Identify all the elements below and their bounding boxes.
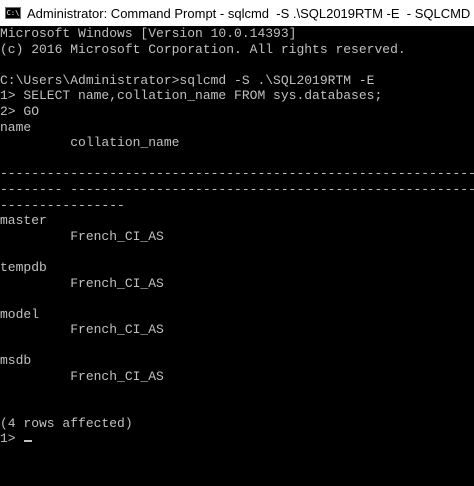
console-line: French_CI_AS: [0, 322, 164, 338]
console-line: msdb: [0, 353, 32, 369]
command-prompt-icon-glyph: C:\: [6, 8, 20, 17]
text-cursor: [24, 440, 33, 443]
window-title: Administrator: Command Prompt - sqlcmd -…: [27, 5, 471, 21]
console-lines: Microsoft Windows [Version 10.0.14393] (c…: [0, 26, 474, 431]
title-bar[interactable]: C:\ Administrator: Command Prompt - sqlc…: [0, 0, 474, 26]
console-line: (4 rows affected): [0, 415, 133, 431]
console-line: (c) 2016 Microsoft Corporation. All righ…: [0, 41, 406, 57]
console-line: name: [0, 119, 32, 135]
console-line: ----------------: [0, 197, 125, 213]
console-line: French_CI_AS: [0, 369, 164, 385]
command-prompt-icon: C:\: [5, 7, 21, 19]
console-line: master: [0, 213, 47, 229]
console-line: collation_name: [0, 135, 180, 151]
console-line: model: [0, 306, 40, 322]
console-line: French_CI_AS: [0, 275, 164, 291]
console-line: ----------------------------------------…: [0, 166, 474, 182]
console-line: -------- -------------------------------…: [0, 181, 474, 197]
prompt-line[interactable]: 1>: [0, 431, 474, 447]
console-line: 2> GO: [0, 103, 40, 119]
console-output[interactable]: Microsoft Windows [Version 10.0.14393] (c…: [0, 26, 474, 486]
console-line: C:\Users\Administrator>sqlcmd -S .\SQL20…: [0, 72, 375, 88]
console-line: 1> SELECT name,collation_name FROM sys.d…: [0, 88, 383, 104]
console-line: French_CI_AS: [0, 228, 164, 244]
console-line: Microsoft Windows [Version 10.0.14393]: [0, 26, 297, 41]
console-line: tempdb: [0, 259, 47, 275]
prompt-text: 1>: [0, 431, 24, 447]
command-prompt-window: C:\ Administrator: Command Prompt - sqlc…: [0, 0, 474, 486]
